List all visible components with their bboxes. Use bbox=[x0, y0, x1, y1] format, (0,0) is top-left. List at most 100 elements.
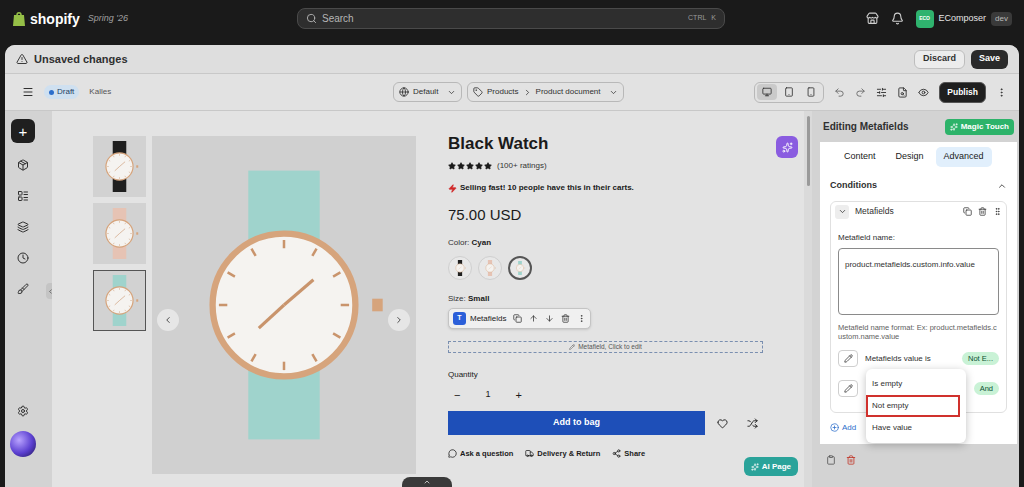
undo-icon[interactable] bbox=[834, 87, 845, 98]
language-select[interactable]: Default bbox=[393, 82, 462, 102]
inspect-icon[interactable] bbox=[897, 87, 908, 98]
sparkles-icon bbox=[950, 123, 958, 131]
chevron-up-icon bbox=[997, 181, 1007, 191]
panel-tab[interactable]: Advanced bbox=[936, 147, 992, 167]
search-bar[interactable]: SearchCTRLK bbox=[297, 8, 725, 29]
edition: Spring '26 bbox=[88, 12, 128, 26]
quantity-value[interactable]: 1 bbox=[485, 388, 490, 402]
link-icon bbox=[612, 449, 621, 458]
link-icon bbox=[448, 449, 457, 458]
increment-button[interactable]: + bbox=[516, 387, 522, 404]
add-to-bag-button[interactable]: Add to bag bbox=[448, 411, 705, 435]
settings-panel: Editing MetafieldsMagic TouchContentDesi… bbox=[812, 111, 1019, 487]
thumbnails bbox=[93, 136, 146, 487]
trash-icon[interactable] bbox=[978, 207, 987, 216]
left-rail: + bbox=[5, 111, 52, 487]
device-button[interactable] bbox=[779, 84, 799, 100]
history-icon[interactable] bbox=[17, 252, 29, 264]
metafield-name-input[interactable]: product.metafields.custom.info.value bbox=[838, 248, 999, 315]
trash-icon[interactable] bbox=[561, 314, 570, 323]
ai-page-button[interactable]: AI Page bbox=[744, 457, 798, 476]
discard-button[interactable]: Discard bbox=[914, 50, 965, 69]
size-label: Size: Small bbox=[448, 294, 763, 304]
elements-icon[interactable] bbox=[17, 159, 29, 171]
swatch[interactable] bbox=[478, 256, 502, 280]
duplicate-icon[interactable] bbox=[513, 314, 522, 323]
menu-icon[interactable] bbox=[22, 86, 34, 98]
menu-option[interactable]: Not empty bbox=[866, 395, 960, 417]
panel-tab[interactable]: Content bbox=[836, 147, 884, 167]
thumbnail[interactable] bbox=[93, 270, 146, 331]
device-switcher bbox=[754, 82, 824, 103]
unsaved-bar: Unsaved changesDiscardSave bbox=[5, 45, 1019, 74]
product-link[interactable]: Share bbox=[612, 448, 645, 459]
condition-badge[interactable]: And bbox=[974, 382, 999, 395]
condition-badge[interactable]: Not E... bbox=[962, 352, 999, 365]
status-badge: Draft bbox=[44, 85, 79, 99]
more-icon[interactable] bbox=[577, 314, 586, 323]
editor-toolbar: DraftKallesDefaultProductsProduct docume… bbox=[5, 74, 1019, 111]
delete-icon[interactable] bbox=[846, 455, 856, 465]
thumbnail[interactable] bbox=[93, 136, 146, 197]
clipboard-icon[interactable] bbox=[826, 455, 836, 465]
decrement-button[interactable]: − bbox=[454, 387, 460, 404]
thumbnail[interactable] bbox=[93, 203, 146, 264]
device-icon bbox=[784, 87, 794, 97]
store-avatar: ECO bbox=[916, 10, 934, 28]
lightning-icon bbox=[448, 184, 457, 193]
save-button[interactable]: Save bbox=[971, 50, 1008, 69]
eye-icon[interactable] bbox=[918, 87, 929, 98]
next-image-button[interactable] bbox=[388, 309, 410, 331]
bell-icon[interactable] bbox=[891, 12, 904, 25]
menu-option[interactable]: Have value bbox=[866, 417, 966, 439]
canvas-scrollbar[interactable] bbox=[804, 111, 812, 487]
sections-icon[interactable] bbox=[17, 190, 29, 202]
shortcut-key: CTRL bbox=[688, 13, 706, 24]
edit-button[interactable] bbox=[838, 350, 858, 367]
drag-icon[interactable] bbox=[993, 207, 1002, 216]
device-button[interactable] bbox=[757, 84, 777, 100]
condition-toggle[interactable] bbox=[835, 205, 849, 219]
redo-icon[interactable] bbox=[855, 87, 866, 98]
template-select[interactable]: ProductsProduct document bbox=[467, 82, 624, 102]
publish-button[interactable]: Publish bbox=[939, 82, 986, 103]
prev-image-button[interactable] bbox=[157, 309, 179, 331]
add-button[interactable]: + bbox=[11, 119, 35, 143]
thumbnail-image bbox=[98, 208, 141, 259]
thumbnail-image bbox=[98, 141, 141, 192]
product-link[interactable]: Delivery & Return bbox=[525, 448, 600, 459]
panel-tab[interactable]: Design bbox=[888, 147, 932, 167]
ai-assist-button[interactable] bbox=[776, 136, 798, 158]
menu-option[interactable]: Is empty bbox=[866, 373, 966, 395]
swatch[interactable] bbox=[448, 256, 472, 280]
layers-icon[interactable] bbox=[17, 221, 29, 233]
pencil-icon bbox=[844, 384, 853, 393]
thumbnail-image bbox=[98, 275, 141, 326]
star-icon bbox=[457, 162, 465, 170]
swatch[interactable] bbox=[508, 256, 532, 280]
bottom-drawer-handle[interactable] bbox=[402, 477, 452, 487]
arrow-down-icon[interactable] bbox=[545, 314, 554, 323]
quantity-label: Quantity bbox=[448, 370, 763, 380]
brand[interactable]: shopifySpring '26 bbox=[12, 11, 297, 27]
warning-icon bbox=[16, 53, 28, 65]
duplicate-icon[interactable] bbox=[963, 207, 972, 216]
heart-icon[interactable] bbox=[717, 418, 728, 429]
condition-header: Metafields bbox=[831, 202, 1006, 222]
store-icon[interactable] bbox=[866, 12, 879, 25]
product-link[interactable]: Ask a question bbox=[448, 448, 513, 459]
magic-touch-button[interactable]: Magic Touch bbox=[945, 119, 1014, 135]
compare-icon[interactable] bbox=[747, 418, 758, 429]
more-icon[interactable] bbox=[996, 87, 1007, 98]
sliders-icon[interactable] bbox=[876, 87, 887, 98]
arrow-up-icon[interactable] bbox=[529, 314, 538, 323]
settings-icon[interactable] bbox=[17, 405, 29, 417]
assistant-avatar-icon[interactable] bbox=[10, 431, 36, 457]
device-button[interactable] bbox=[801, 84, 821, 100]
conditions-header[interactable]: Conditions bbox=[830, 179, 1007, 193]
metafield-placeholder[interactable]: Metafield, Click to edit bbox=[448, 341, 763, 353]
edit-button[interactable] bbox=[838, 380, 858, 397]
store-menu[interactable]: ECOEComposerdev bbox=[916, 10, 1012, 28]
style-icon[interactable] bbox=[17, 283, 29, 295]
globe-icon bbox=[399, 87, 409, 97]
